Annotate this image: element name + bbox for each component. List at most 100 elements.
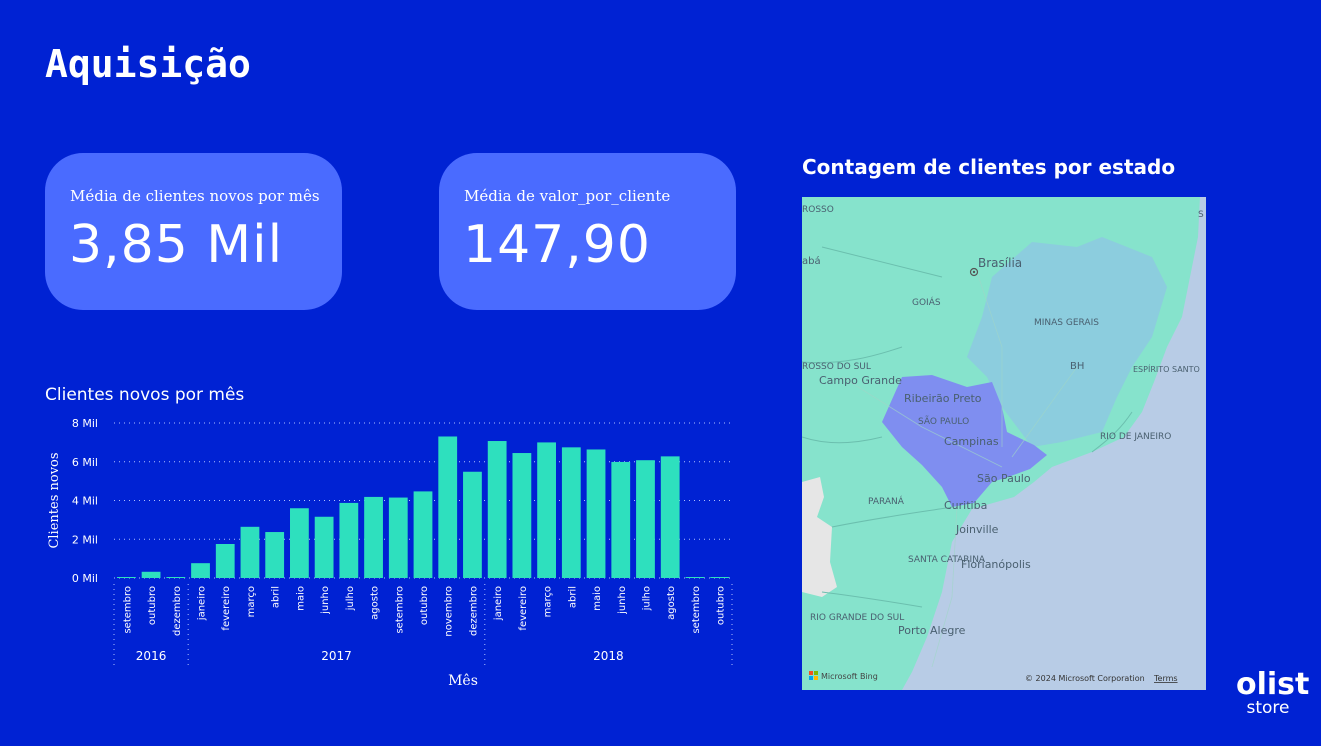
x-tick-label: dezembro bbox=[172, 586, 183, 636]
bar bbox=[660, 456, 680, 578]
map-title: Contagem de clientes por estado bbox=[802, 155, 1176, 179]
bar bbox=[388, 497, 408, 578]
map-label: Ribeirão Preto bbox=[904, 392, 982, 405]
x-tick-label: setembro bbox=[691, 586, 702, 634]
bar bbox=[636, 460, 655, 578]
x-tick-label: janeiro bbox=[493, 586, 504, 621]
y-tick-label: 8 Mil bbox=[72, 417, 98, 430]
map-label: SÃO PAULO bbox=[918, 416, 969, 427]
bar bbox=[116, 577, 136, 578]
bar bbox=[413, 491, 433, 578]
map-label: Brasília bbox=[978, 256, 1022, 270]
map-label: MINAS GERAIS bbox=[1034, 318, 1099, 328]
map-terms-link[interactable]: Terms bbox=[1153, 674, 1178, 683]
bar bbox=[339, 502, 359, 578]
x-tick-label: março bbox=[246, 586, 257, 617]
bar bbox=[240, 526, 260, 578]
chart-title: Clientes novos por mês bbox=[45, 385, 245, 405]
year-label: 2017 bbox=[321, 649, 352, 663]
map-label: PARANÁ bbox=[868, 495, 905, 507]
bar bbox=[586, 449, 606, 578]
bar bbox=[191, 563, 210, 578]
bar bbox=[166, 577, 186, 578]
map-label: Campo Grande bbox=[819, 374, 902, 387]
bar-chart: 0 Mil 2 Mil 4 Mil 6 Mil 8 Mil Clientes novos s… bbox=[47, 417, 733, 689]
bar bbox=[710, 577, 730, 578]
y-tick-label: 0 Mil bbox=[72, 572, 98, 585]
x-tick-label: abril bbox=[271, 586, 282, 608]
x-tick-label: dezembro bbox=[468, 586, 479, 636]
bar bbox=[463, 471, 482, 578]
capital-dot bbox=[972, 270, 976, 274]
kpi-card-value-per-customer: Média de valor_por_cliente 147,90 bbox=[439, 153, 736, 310]
map-label: Porto Alegre bbox=[898, 624, 966, 637]
map-label: São Paulo bbox=[977, 472, 1031, 485]
bar bbox=[561, 447, 581, 578]
map-canvas[interactable]: Brasília ROSSO abá S GOIÁS MINAS GERAIS … bbox=[802, 197, 1206, 690]
x-tick-label: setembro bbox=[122, 586, 133, 634]
kpi-value: 3,85 Mil bbox=[69, 215, 284, 275]
bar bbox=[364, 496, 383, 578]
x-tick-label: maio bbox=[295, 586, 306, 611]
x-tick-label: outubro bbox=[419, 586, 430, 625]
x-tick-label: fevereiro bbox=[518, 586, 529, 631]
x-tick-label: janeiro bbox=[197, 586, 208, 621]
map-label: ROSSO DO SUL bbox=[802, 362, 871, 372]
brand-sub: store bbox=[1246, 698, 1290, 718]
map-label: GOIÁS bbox=[912, 296, 941, 308]
kpi-value: 147,90 bbox=[463, 215, 651, 275]
x-tick-label: abril bbox=[567, 586, 578, 608]
bing-attribution: Microsoft Bing bbox=[821, 672, 878, 681]
bar bbox=[290, 508, 309, 578]
x-tick-label: junho bbox=[617, 586, 628, 615]
bar bbox=[215, 543, 235, 578]
map-label: Campinas bbox=[944, 435, 999, 448]
kpi-label: Média de clientes novos por mês bbox=[70, 187, 320, 205]
kpi-card-new-customers: Média de clientes novos por mês 3,85 Mil bbox=[45, 153, 342, 310]
kpi-label: Média de valor_por_cliente bbox=[464, 187, 671, 205]
x-tick-label: outubro bbox=[147, 586, 158, 625]
x-tick-label: maio bbox=[592, 586, 603, 611]
map-label: Florianópolis bbox=[961, 558, 1031, 571]
bar bbox=[141, 571, 161, 578]
map-label: RIO DE JANEIRO bbox=[1100, 432, 1171, 442]
x-tick-label: agosto bbox=[370, 586, 381, 620]
x-tick-label: julho bbox=[641, 586, 652, 611]
brand-name: olist bbox=[1236, 667, 1310, 702]
x-tick-label: julho bbox=[345, 586, 356, 611]
map-label: RIO GRANDE DO SUL bbox=[810, 613, 904, 623]
x-tick-label: outubro bbox=[716, 586, 727, 625]
map-label: Curitiba bbox=[944, 499, 987, 512]
map-label: abá bbox=[802, 255, 821, 267]
map-label: ESPÍRITO SANTO bbox=[1133, 363, 1200, 374]
y-tick-label: 2 Mil bbox=[72, 533, 98, 546]
x-tick-label: junho bbox=[320, 586, 331, 615]
bar bbox=[314, 516, 334, 578]
olist-logo: olist store bbox=[1236, 667, 1310, 718]
x-axis-label: Mês bbox=[448, 673, 478, 689]
bar bbox=[487, 441, 507, 578]
y-axis-label: Clientes novos bbox=[47, 452, 62, 548]
bar bbox=[685, 577, 705, 578]
x-tick-label: março bbox=[543, 586, 554, 617]
map-label: Joinville bbox=[955, 523, 999, 536]
map-label: ROSSO bbox=[802, 205, 834, 215]
bar bbox=[438, 436, 458, 578]
map-copyright: © 2024 Microsoft Corporation bbox=[1025, 674, 1145, 683]
y-tick-label: 4 Mil bbox=[72, 495, 98, 508]
bar bbox=[537, 442, 556, 578]
x-tick-label: setembro bbox=[394, 586, 405, 634]
x-tick-label: fevereiro bbox=[221, 586, 232, 631]
bar bbox=[512, 453, 532, 578]
y-tick-label: 6 Mil bbox=[72, 456, 98, 469]
x-tick-label: agosto bbox=[666, 586, 677, 620]
x-tick-label: novembro bbox=[444, 586, 455, 637]
year-label: 2016 bbox=[136, 649, 167, 663]
map-label: BH bbox=[1070, 361, 1084, 372]
bar bbox=[265, 532, 285, 578]
map[interactable]: Brasília ROSSO abá S GOIÁS MINAS GERAIS … bbox=[802, 197, 1206, 690]
bar bbox=[611, 461, 631, 578]
page-title: Aquisição bbox=[45, 42, 251, 86]
year-label: 2018 bbox=[593, 649, 624, 663]
map-label: S bbox=[1198, 210, 1204, 220]
